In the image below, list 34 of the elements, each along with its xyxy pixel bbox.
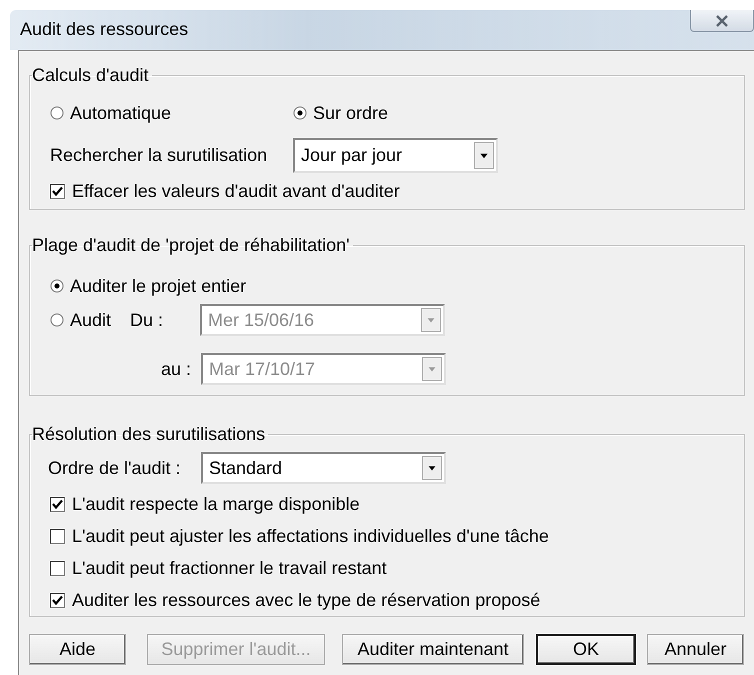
- checkbox-label[interactable]: L'audit respecte la marge disponible: [72, 494, 360, 514]
- checkbox[interactable]: [50, 592, 65, 608]
- dropdown-field[interactable]: Standard: [201, 452, 446, 484]
- field-label: Rechercher la surutilisation: [50, 144, 268, 166]
- dropdown-field[interactable]: Jour par jour: [293, 138, 498, 172]
- field-label: Du :: [130, 310, 164, 330]
- checkbox-label[interactable]: L'audit peut fractionner le travail restant: [72, 558, 387, 578]
- checkbox[interactable]: [50, 496, 65, 512]
- field-label: au :: [160, 358, 192, 380]
- dialog-button[interactable]: Aide: [29, 634, 126, 665]
- group-title: Calculs d'audit: [32, 65, 150, 85]
- close-icon[interactable]: [714, 14, 730, 26]
- checkbox[interactable]: [50, 184, 65, 198]
- group-title: Plage d'audit de 'projet de réhabilitation': [32, 235, 351, 255]
- checkbox-label[interactable]: Auditer les ressources avec le type de réservation proposé: [72, 590, 540, 610]
- radio-label[interactable]: Audit: [70, 310, 112, 330]
- radio-label[interactable]: Automatique: [70, 102, 172, 124]
- checkbox-label[interactable]: Effacer les valeurs d'audit avant d'auditer: [72, 180, 400, 202]
- group-title: Résolution des surutilisations: [32, 424, 266, 444]
- checkbox-label[interactable]: L'audit peut ajuster les affectations individuelles d'une tâche: [72, 526, 549, 546]
- radio-label[interactable]: Auditer le projet entier: [70, 276, 246, 296]
- radio-label[interactable]: Sur ordre: [313, 102, 388, 124]
- checkbox[interactable]: [50, 528, 65, 544]
- field-label: Ordre de l'audit :: [48, 458, 182, 478]
- radio-button[interactable]: [50, 106, 64, 120]
- dialog-button[interactable]: OK: [536, 634, 636, 665]
- radio-button[interactable]: [50, 313, 64, 327]
- radio-button[interactable]: [50, 279, 64, 293]
- window-title: Audit des ressources: [20, 19, 188, 40]
- dialog-button[interactable]: Annuler: [647, 634, 744, 665]
- close-button[interactable]: [690, 10, 754, 32]
- dialog-button[interactable]: Auditer maintenant: [342, 634, 524, 665]
- radio-button[interactable]: [293, 106, 307, 120]
- checkbox[interactable]: [50, 560, 65, 576]
